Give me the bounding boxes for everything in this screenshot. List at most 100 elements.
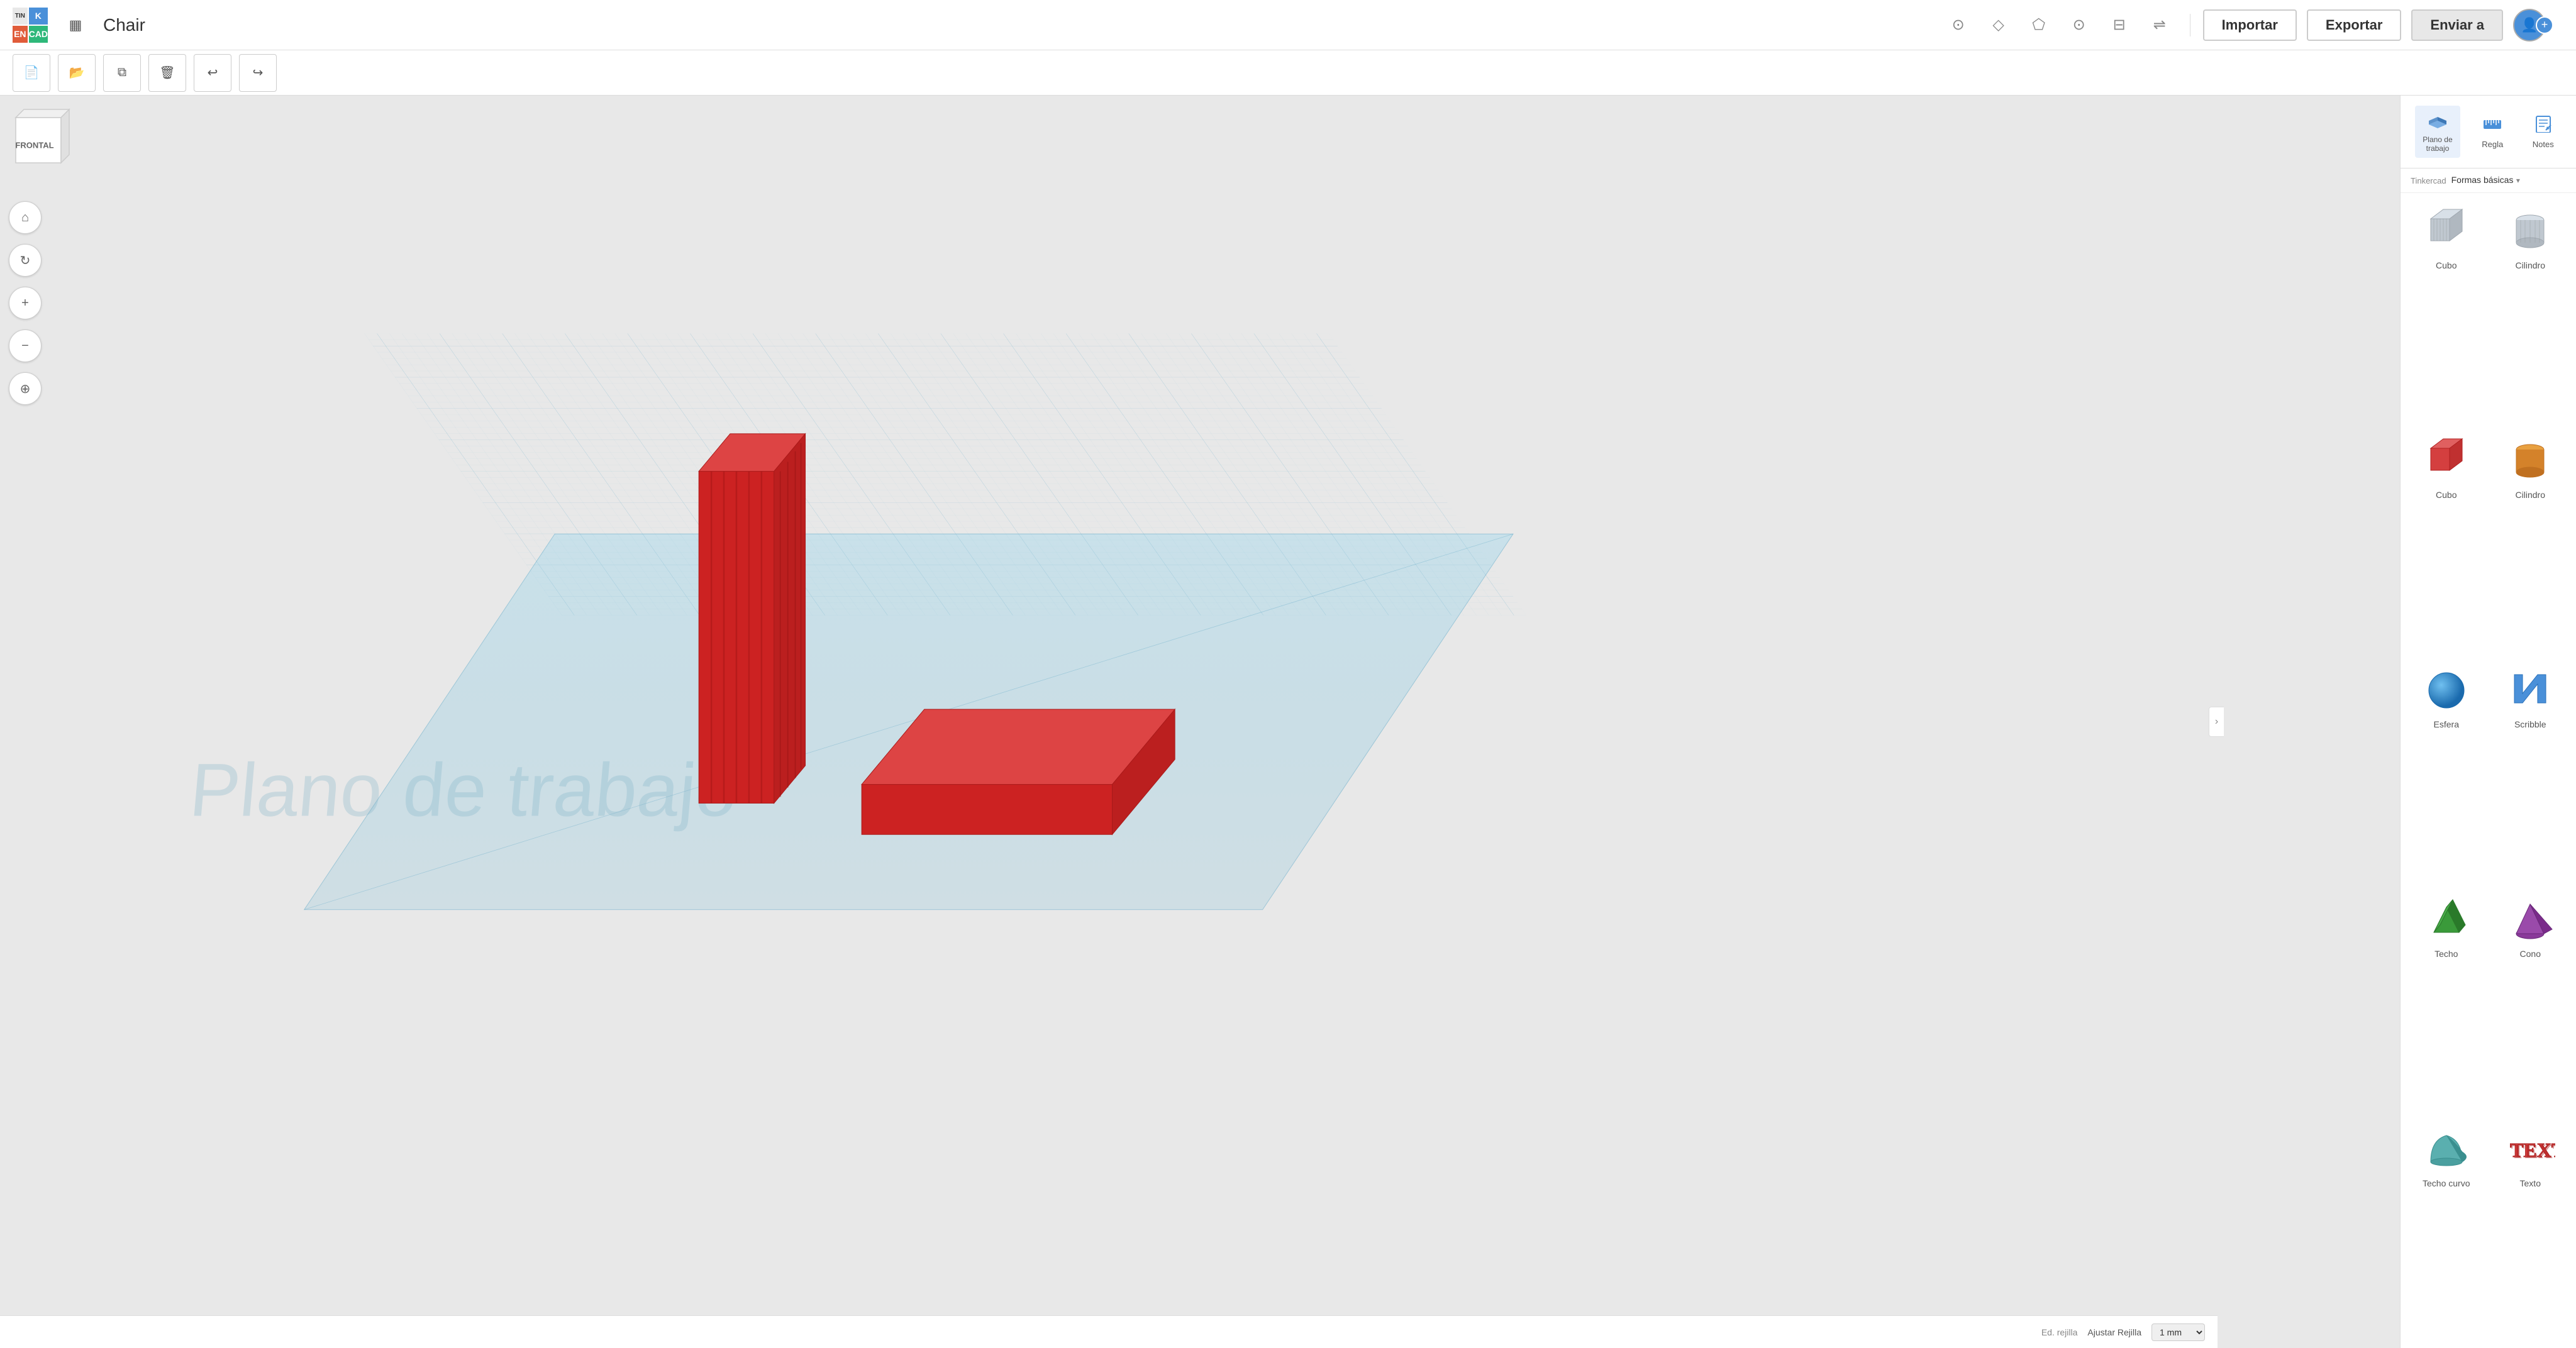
new-file-icon: 📄: [24, 65, 40, 80]
open-file-button[interactable]: 📂: [58, 54, 96, 92]
shape-scribble[interactable]: Scribble: [2492, 660, 2569, 881]
shape-texto[interactable]: TEXT TEXT Texto: [2492, 1119, 2569, 1340]
circle-icon: ⊙: [2073, 16, 2085, 34]
pentagon-icon: ⬠: [2032, 16, 2045, 34]
mirror-icon-btn[interactable]: ⇌: [2142, 8, 2177, 43]
shape-techo[interactable]: Techo: [2408, 889, 2485, 1111]
exportar-button[interactable]: Exportar: [2307, 9, 2401, 41]
cilindro-orange-icon: [2505, 436, 2555, 486]
tinkercad-logo[interactable]: TIN K EN CAD: [13, 8, 48, 43]
scribble-icon: [2505, 665, 2555, 715]
enviar-button[interactable]: Enviar a: [2411, 9, 2503, 41]
logo-cell-cad: CAD: [29, 26, 48, 43]
cono-icon: [2505, 895, 2555, 945]
techo-icon: [2421, 895, 2472, 945]
svg-text:TEXT: TEXT: [2511, 1140, 2555, 1163]
right-panel: Plano detrabajo Regla: [2400, 96, 2576, 1348]
logo-cell-k: K: [29, 8, 48, 25]
front-label-text: FRONTAL: [15, 140, 53, 150]
right-tools-bar: Plano detrabajo Regla: [2401, 96, 2576, 168]
regla-label: Regla: [2482, 140, 2503, 149]
cubo-gray-icon: [2421, 206, 2472, 257]
copy-button[interactable]: ⧉: [103, 54, 141, 92]
view-cube-svg: FRONTAL: [13, 108, 82, 177]
notes-label: Notes: [2533, 140, 2554, 149]
shapes-category-dropdown[interactable]: Formas básicas ▾: [2451, 175, 2520, 186]
tinkercad-label: Tinkercad: [2411, 176, 2446, 185]
esfera-icon: [2421, 665, 2472, 715]
fit-view-button[interactable]: ⊕: [9, 372, 42, 405]
3d-scene: Plano de trabajo: [0, 96, 2400, 1348]
shapes-category-label: Formas básicas: [2451, 175, 2514, 185]
user-area: 👤 +: [2513, 9, 2563, 41]
redo-button[interactable]: ↪: [239, 54, 277, 92]
delete-icon: 🗑: [159, 65, 175, 80]
adjust-grid-label: Ajustar Rejilla: [2087, 1327, 2141, 1337]
importar-button[interactable]: Importar: [2203, 9, 2297, 41]
regla-button[interactable]: Regla: [2474, 110, 2511, 154]
techo-curvo-label: Techo curvo: [2423, 1178, 2470, 1188]
workplane-watermark: Plano de trabajo: [187, 749, 741, 832]
shape-esfera[interactable]: Esfera: [2408, 660, 2485, 881]
collapse-panel-button[interactable]: ›: [2209, 707, 2224, 737]
scribble-label: Scribble: [2514, 719, 2546, 729]
chevron-right-icon: ›: [2215, 716, 2218, 727]
light-icon: ◇: [1992, 16, 2004, 34]
app-title: Chair: [103, 15, 145, 35]
app-menu-button[interactable]: ▦: [58, 8, 93, 43]
workplane-button[interactable]: Plano detrabajo: [2415, 106, 2460, 158]
shape-icon-btn[interactable]: ⬠: [2021, 8, 2057, 43]
grid-menu-icon: ▦: [69, 17, 82, 33]
texto-label: Texto: [2520, 1178, 2541, 1188]
notes-button[interactable]: Notes: [2525, 110, 2562, 154]
logo-cell-en: EN: [13, 26, 28, 43]
cilindro-gray-label: Cilindro: [2516, 260, 2545, 270]
home-icon: ⌂: [21, 211, 29, 225]
regla-icon: [2482, 115, 2502, 137]
fit-icon: ⊕: [20, 381, 31, 397]
cono-label: Cono: [2520, 949, 2541, 959]
workplane-label: Plano detrabajo: [2423, 135, 2452, 153]
home-view-button[interactable]: ⌂: [9, 201, 42, 234]
undo-icon: ↩: [208, 65, 218, 80]
cilindro-gray-icon: [2505, 206, 2555, 257]
workplane-icon: [2428, 111, 2448, 133]
cubo-red-label: Cubo: [2436, 490, 2457, 500]
zoom-out-icon: −: [21, 339, 29, 353]
zoom-in-icon: +: [21, 296, 29, 311]
copy-icon: ⧉: [118, 65, 126, 80]
shape-techo-curvo[interactable]: Techo curvo: [2408, 1119, 2485, 1340]
topbar: TIN K EN CAD ▦ Chair ⊙ ◇ ⬠ ⊙ ⊟ ⇌ Importa: [0, 0, 2576, 50]
camera-icon-btn[interactable]: ⊙: [1941, 8, 1976, 43]
align-icon: ⊟: [2113, 16, 2126, 34]
action-buttons: Importar Exportar Enviar a: [2203, 9, 2503, 41]
canvas-area[interactable]: ⌂ ↻ + − ⊕: [0, 96, 2400, 1348]
zoom-in-button[interactable]: +: [9, 287, 42, 319]
shape-cono[interactable]: Cono: [2492, 889, 2569, 1111]
front-view-cube[interactable]: FRONTAL: [13, 108, 75, 184]
shape-cilindro-gray[interactable]: Cilindro: [2492, 201, 2569, 423]
orbit-icon: ↻: [20, 253, 31, 268]
delete-button[interactable]: 🗑: [148, 54, 186, 92]
status-bar: Ed. rejilla Ajustar Rejilla 1 mm 0.5 mm …: [0, 1315, 2218, 1348]
cubo-gray-label: Cubo: [2436, 260, 2457, 270]
circle-icon-btn[interactable]: ⊙: [2062, 8, 2097, 43]
redo-icon: ↪: [253, 65, 264, 80]
mirror-icon: ⇌: [2153, 16, 2166, 34]
zoom-out-button[interactable]: −: [9, 329, 42, 362]
toolbar2: 📄 📂 ⧉ 🗑 ↩ ↪: [0, 50, 2576, 96]
align-icon-btn[interactable]: ⊟: [2102, 8, 2137, 43]
new-file-button[interactable]: 📄: [13, 54, 50, 92]
orbit-button[interactable]: ↻: [9, 244, 42, 277]
undo-button[interactable]: ↩: [194, 54, 231, 92]
techo-curvo-icon: [2421, 1124, 2472, 1174]
light-icon-btn[interactable]: ◇: [1981, 8, 2016, 43]
shape-cubo-red[interactable]: Cubo: [2408, 430, 2485, 652]
add-user-button[interactable]: +: [2536, 16, 2553, 34]
shape-cilindro-orange[interactable]: Cilindro: [2492, 430, 2569, 652]
techo-label: Techo: [2434, 949, 2458, 959]
shape-cubo-gray[interactable]: Cubo: [2408, 201, 2485, 423]
grid-size-select[interactable]: 1 mm 0.5 mm 2 mm 5 mm: [2151, 1323, 2205, 1341]
left-panel: ⌂ ↻ + − ⊕: [0, 191, 50, 415]
grid-edit-label: Ed. rejilla: [2041, 1327, 2078, 1337]
